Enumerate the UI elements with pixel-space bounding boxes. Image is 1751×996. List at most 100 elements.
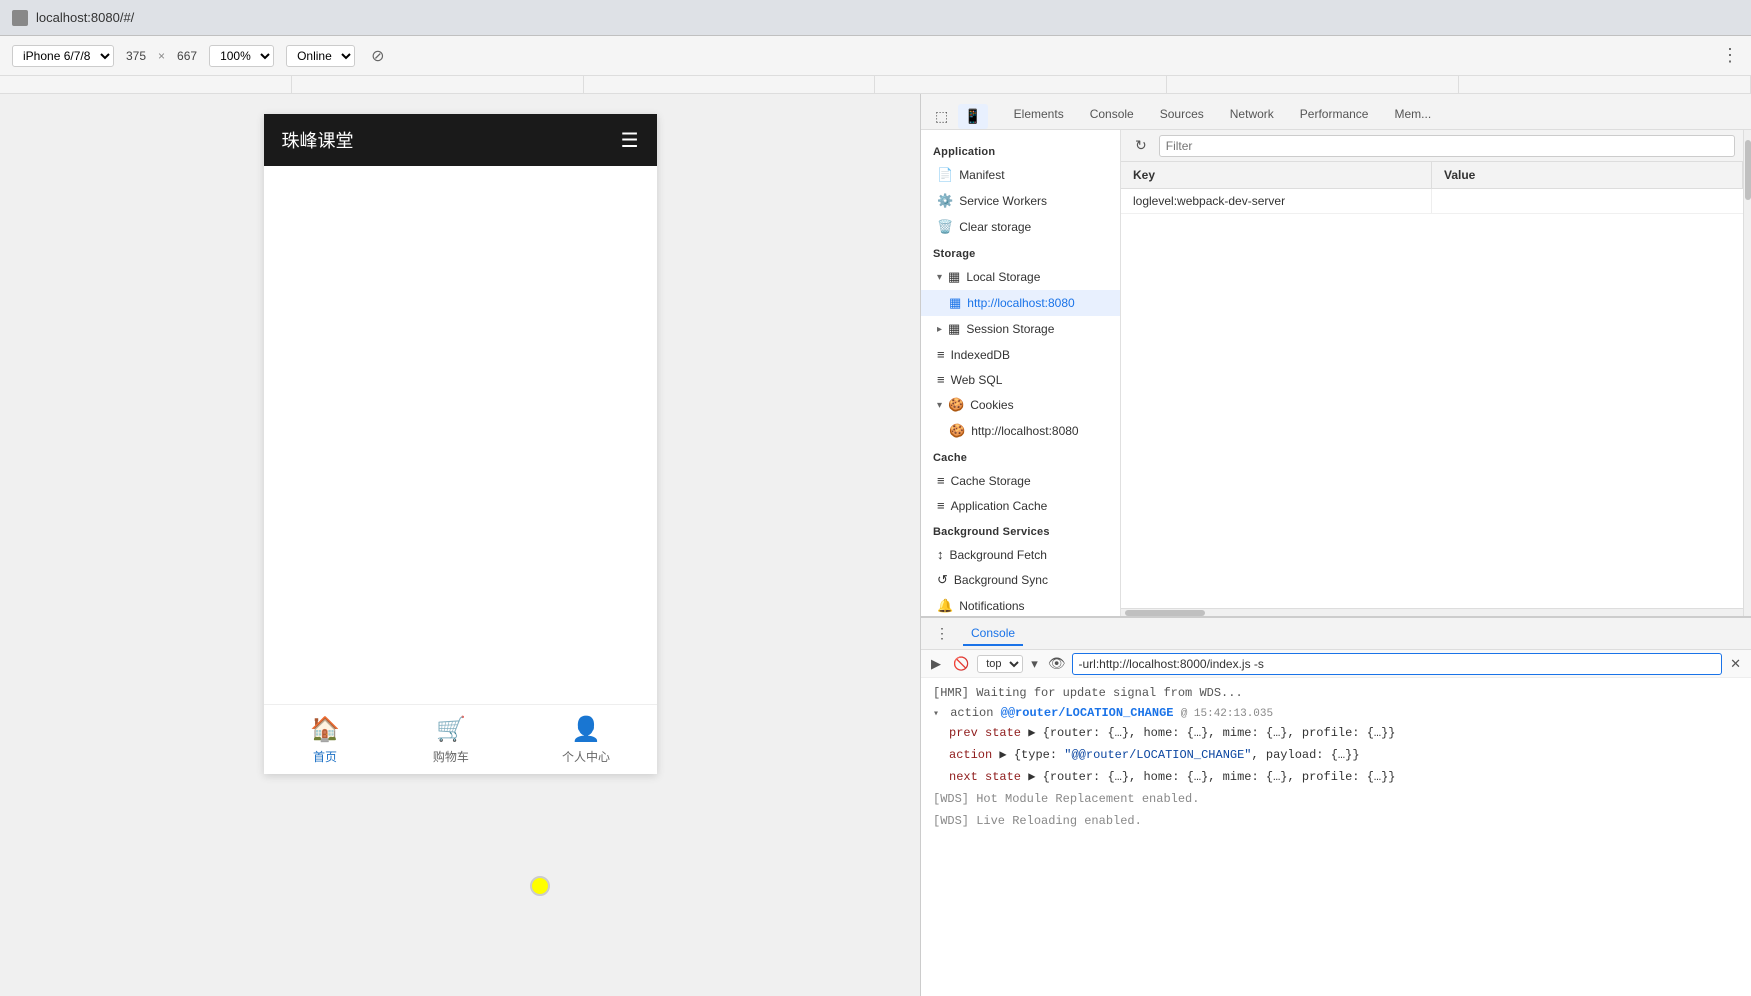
col-key: Key <box>1121 162 1432 188</box>
console-tab[interactable]: Console <box>963 622 1023 646</box>
cookies-label: Cookies <box>970 398 1013 412</box>
section-label-application: Application <box>921 138 1120 162</box>
sidebar-item-cookies-host[interactable]: 🍪 http://localhost:8080 <box>921 418 1120 444</box>
nav-profile[interactable]: 👤 个人中心 <box>562 715 610 765</box>
more-options-btn[interactable]: ⋮ <box>1721 45 1739 66</box>
device-select[interactable]: iPhone 6/7/8 <box>12 45 114 67</box>
clear-storage-icon: 🗑️ <box>937 219 953 235</box>
favicon-icon <box>12 10 28 26</box>
sidebar-item-manifest[interactable]: 📄 Manifest <box>921 162 1120 188</box>
zoom-select[interactable]: 100% <box>209 45 274 67</box>
console-line: [HMR] Waiting for update signal from WDS… <box>921 682 1751 704</box>
console-body: [HMR] Waiting for update signal from WDS… <box>921 678 1751 996</box>
console-execute-btn[interactable]: ▶ <box>927 654 945 674</box>
manifest-label: Manifest <box>959 168 1004 182</box>
console-expandable-action[interactable]: ▾ action @@router/LOCATION_CHANGE @ 15:4… <box>921 704 1751 722</box>
inspect-icon-btn[interactable]: ⬚ <box>929 104 954 129</box>
devtools-body: Application 📄 Manifest ⚙️ Service Worker… <box>921 130 1751 616</box>
phone-frame: 珠峰课堂 ☰ 🏠 首页 🛒 购物车 👤 个人中心 <box>264 114 657 774</box>
home-icon: 🏠 <box>310 715 340 744</box>
cookies-icon: 🍪 <box>948 397 964 413</box>
menu-icon[interactable]: ☰ <box>621 128 639 153</box>
sidebar-item-cookies[interactable]: ▾ 🍪 Cookies <box>921 392 1120 418</box>
next-state-key: next state <box>949 770 1021 784</box>
console-line-prev-state: prev state ▶ {router: {…}, home: {…}, mi… <box>921 722 1751 744</box>
console-toolbar: ▶ 🚫 top ▾ 👁 ✕ <box>921 650 1751 678</box>
devtools-panel: ⬚ 📱 Elements Console Sources Network Per… <box>920 94 1751 996</box>
device-icon-btn[interactable]: 📱 <box>958 104 987 129</box>
local-storage-host-label: http://localhost:8080 <box>967 296 1074 310</box>
rotate-btn[interactable]: ⊘ <box>367 44 388 68</box>
tab-elements[interactable]: Elements <box>1002 101 1076 129</box>
background-fetch-label: Background Fetch <box>950 548 1047 562</box>
table-row[interactable]: loglevel:webpack-dev-server <box>1121 189 1743 214</box>
side-scrollbar-thumb <box>1745 140 1751 200</box>
background-sync-icon: ↺ <box>937 572 948 588</box>
console-eye-btn[interactable]: 👁 <box>1046 653 1068 674</box>
network-select[interactable]: Online <box>286 45 355 67</box>
dimension-separator: × <box>158 49 165 63</box>
sidebar-item-clear-storage[interactable]: 🗑️ Clear storage <box>921 214 1120 240</box>
browser-url: localhost:8080/#/ <box>36 10 134 25</box>
ruler-segment <box>1167 76 1459 93</box>
phone-body <box>264 166 657 704</box>
console-close-filter-btn[interactable]: ✕ <box>1726 654 1745 674</box>
websql-icon: ≡ <box>937 372 945 387</box>
service-workers-icon: ⚙️ <box>937 193 953 209</box>
sidebar-item-indexeddb[interactable]: ≡ IndexedDB <box>921 342 1120 367</box>
sidebar-item-cache-storage[interactable]: ≡ Cache Storage <box>921 468 1120 493</box>
sidebar-item-session-storage[interactable]: ▸ ▦ Session Storage <box>921 316 1120 342</box>
tab-performance[interactable]: Performance <box>1288 101 1381 129</box>
ruler-bar <box>0 76 1751 94</box>
app-title: 珠峰课堂 <box>282 127 354 153</box>
nav-cart-label: 购物车 <box>433 748 469 765</box>
nav-profile-label: 个人中心 <box>562 748 610 765</box>
sidebar-item-background-sync[interactable]: ↺ Background Sync <box>921 567 1120 593</box>
clear-storage-label: Clear storage <box>959 220 1031 234</box>
filter-input[interactable] <box>1159 135 1735 157</box>
side-scrollbar[interactable] <box>1743 130 1751 616</box>
console-line-wds-hmr: [WDS] Hot Module Replacement enabled. <box>921 788 1751 810</box>
tab-sources[interactable]: Sources <box>1148 101 1216 129</box>
cache-storage-label: Cache Storage <box>951 474 1031 488</box>
console-options-btn[interactable]: ⋮ <box>929 621 955 646</box>
tab-memory[interactable]: Mem... <box>1382 101 1443 129</box>
main-content: 珠峰课堂 ☰ 🏠 首页 🛒 购物车 👤 个人中心 <box>0 94 1751 996</box>
local-storage-arrow: ▾ <box>937 272 942 283</box>
bottom-nav: 🏠 首页 🛒 购物车 👤 个人中心 <box>264 704 657 774</box>
nav-home[interactable]: 🏠 首页 <box>310 715 340 765</box>
tab-network[interactable]: Network <box>1218 101 1286 129</box>
notifications-label: Notifications <box>959 599 1024 613</box>
ruler-segment <box>875 76 1167 93</box>
refresh-btn[interactable]: ↻ <box>1129 133 1153 158</box>
console-clear-btn[interactable]: 🚫 <box>949 654 973 674</box>
action-type: @@router/LOCATION_CHANGE <box>1001 706 1174 720</box>
context-dropdown-btn[interactable]: ▾ <box>1027 654 1042 674</box>
background-fetch-icon: ↕ <box>937 547 944 562</box>
console-line-action: action ▶ {type: "@@router/LOCATION_CHANG… <box>921 744 1751 766</box>
sidebar-item-local-storage-host[interactable]: ▦ http://localhost:8080 <box>921 290 1120 316</box>
cart-icon: 🛒 <box>436 715 466 744</box>
manifest-icon: 📄 <box>937 167 953 183</box>
session-storage-label: Session Storage <box>966 322 1054 336</box>
bottom-scrollbar[interactable] <box>1121 608 1743 616</box>
sidebar-item-notifications[interactable]: 🔔 Notifications <box>921 593 1120 616</box>
console-context-select[interactable]: top <box>977 655 1023 673</box>
bottom-scrollbar-thumb <box>1125 610 1205 616</box>
sidebar-item-application-cache[interactable]: ≡ Application Cache <box>921 493 1120 518</box>
sidebar-item-service-workers[interactable]: ⚙️ Service Workers <box>921 188 1120 214</box>
local-storage-label: Local Storage <box>966 270 1040 284</box>
session-storage-arrow: ▸ <box>937 324 942 335</box>
console-filter-input[interactable] <box>1072 653 1723 675</box>
sidebar-item-local-storage[interactable]: ▾ ▦ Local Storage <box>921 264 1120 290</box>
tab-console[interactable]: Console <box>1078 101 1146 129</box>
main-panel: ↻ Key Value loglevel:webpack-dev-server <box>1121 130 1743 616</box>
sidebar-item-background-fetch[interactable]: ↕ Background Fetch <box>921 542 1120 567</box>
local-storage-icon: ▦ <box>948 269 960 285</box>
console-area: ⋮ Console ▶ 🚫 top ▾ 👁 ✕ [HMR] Waiting fo… <box>921 616 1751 996</box>
prev-state-key: prev state <box>949 726 1021 740</box>
nav-cart[interactable]: 🛒 购物车 <box>433 715 469 765</box>
col-value: Value <box>1432 162 1743 188</box>
sidebar-item-websql[interactable]: ≡ Web SQL <box>921 367 1120 392</box>
row-value <box>1432 189 1743 213</box>
